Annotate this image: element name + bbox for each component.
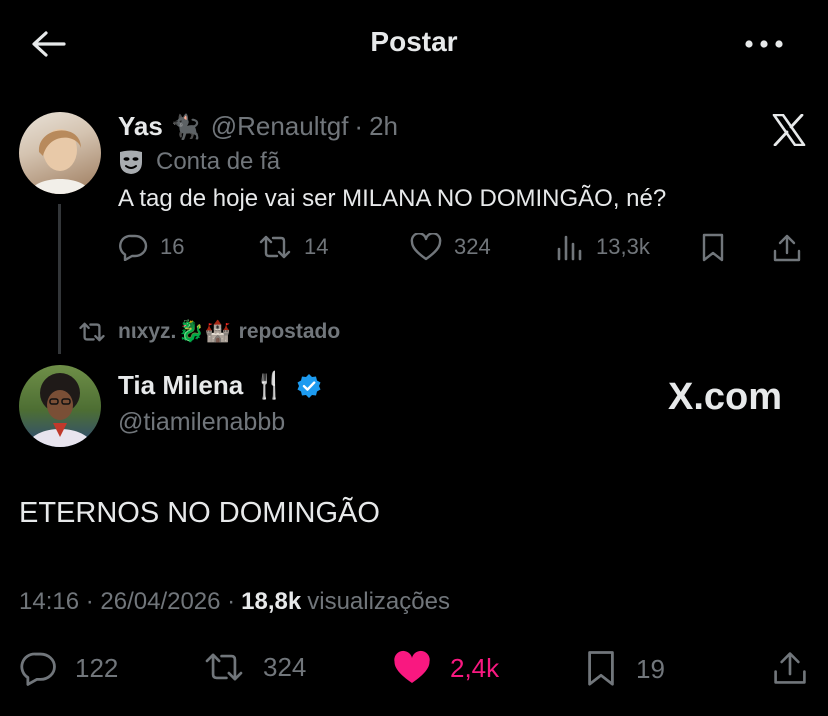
retweet-icon	[79, 322, 105, 342]
views-label: visualizações	[307, 588, 450, 615]
repost-emojis: 🐉🏰	[178, 320, 231, 343]
views-count: 13,3k	[596, 234, 650, 259]
avatar-yas[interactable]	[19, 112, 101, 194]
repost-label: repostado	[238, 320, 341, 343]
like-button-main[interactable]: 2,4k	[392, 650, 499, 686]
reply-button[interactable]: 16	[118, 233, 184, 261]
retweet-icon	[259, 235, 291, 259]
main-tweet-text: ETERNOS NO DOMINGÃO	[19, 497, 380, 529]
share-icon	[773, 234, 801, 262]
like-count: 324	[454, 234, 491, 259]
heart-icon	[410, 233, 442, 261]
views-total[interactable]: 18,8k	[241, 588, 301, 616]
bookmark-icon	[588, 651, 614, 686]
bookmark-button[interactable]	[700, 233, 738, 263]
quoted-tweet-header: Yas 🐈‍⬛ @Renaultgf · 2h	[118, 111, 398, 142]
author-name[interactable]: Tia Milena	[118, 370, 243, 401]
reply-count: 16	[160, 234, 185, 259]
share-button-main[interactable]	[772, 650, 826, 686]
x-logo-button[interactable]	[772, 114, 806, 146]
thread-line	[58, 204, 61, 354]
fan-account-label: Conta de fã	[118, 148, 280, 176]
views-button[interactable]: 13,3k	[556, 233, 650, 261]
repost-indicator[interactable]: nιxyz. 🐉🏰 repostado	[78, 320, 340, 344]
like-count: 2,4k	[450, 652, 500, 683]
x-logo-icon	[772, 114, 806, 146]
theater-mask-icon	[120, 150, 142, 174]
tweet-timestamp[interactable]: 14:16 · 26/04/2026 ·	[19, 588, 235, 616]
bookmark-button-main[interactable]: 19	[584, 650, 665, 688]
tweet-meta: 14:16 · 26/04/2026 · 18,8k visualizações	[19, 588, 450, 616]
retweet-button-main[interactable]: 324	[203, 650, 306, 684]
name-emoji: 🐈‍⬛	[170, 114, 201, 141]
tweet-time[interactable]: 2h	[369, 111, 398, 142]
retweet-count: 14	[304, 234, 329, 259]
fan-label-text: Conta de fã	[156, 148, 281, 175]
reply-count: 122	[75, 652, 119, 683]
more-button[interactable]	[744, 36, 784, 52]
bookmark-count: 19	[636, 653, 665, 684]
repost-user: nιxyz.	[118, 320, 177, 343]
reply-button-main[interactable]: 122	[19, 650, 118, 686]
more-icon	[745, 40, 783, 48]
x-com-watermark: X.com	[668, 376, 783, 418]
reply-icon	[20, 652, 56, 686]
retweet-count: 324	[263, 651, 307, 682]
retweet-button[interactable]: 14	[258, 233, 328, 261]
like-button[interactable]: 324	[410, 233, 491, 261]
separator-dot: ·	[354, 111, 364, 141]
name-emoji: 🍴	[253, 370, 286, 400]
share-icon	[774, 652, 806, 684]
share-button[interactable]	[772, 233, 814, 263]
main-tweet-header: Tia Milena 🍴	[118, 370, 322, 401]
author-name[interactable]: Yas	[118, 111, 163, 142]
page-title: Postar	[370, 26, 458, 57]
retweet-icon	[205, 653, 243, 681]
views-icon	[557, 235, 582, 261]
bookmark-icon	[702, 233, 724, 262]
author-handle[interactable]: @tiamilenabbb	[118, 408, 285, 437]
reply-icon	[119, 234, 148, 261]
verified-badge-icon	[297, 373, 321, 398]
author-handle[interactable]: @Renaultgf	[211, 111, 349, 142]
heart-filled-icon	[394, 650, 430, 683]
quoted-tweet-text: A tag de hoje vai ser MILANA NO DOMINGÃO…	[118, 185, 667, 212]
avatar-tia-milena[interactable]	[19, 365, 101, 447]
